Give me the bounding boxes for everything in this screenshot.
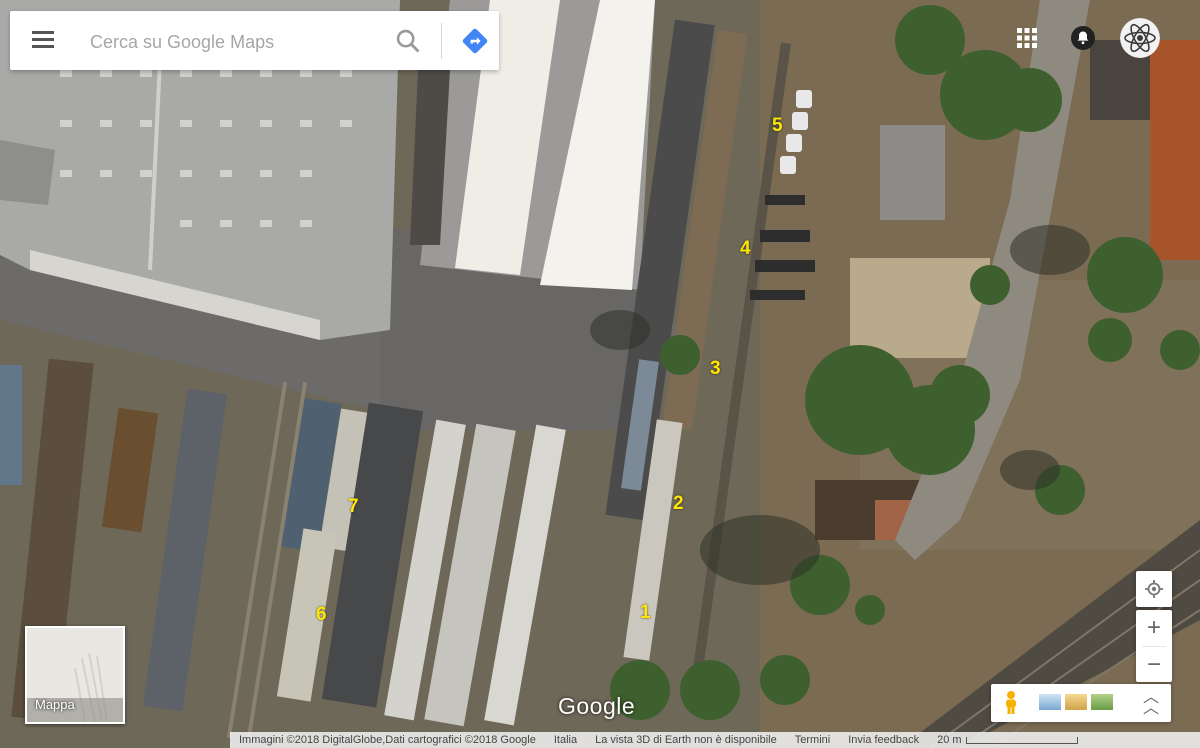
map-label-3: 3 <box>710 358 721 379</box>
map-type-label: Mappa <box>35 697 75 712</box>
zoom-in-button[interactable]: + <box>1136 610 1172 646</box>
map-label-4: 4 <box>740 238 751 259</box>
map-label-1: 1 <box>640 602 651 623</box>
scale-label: 20 m <box>937 734 962 746</box>
attribution-bar: Immagini ©2018 DigitalGlobe,Dati cartogr… <box>230 732 1200 748</box>
map-label-6: 6 <box>316 604 327 625</box>
scale-bar[interactable]: 20 m <box>928 734 1086 746</box>
directions-icon[interactable] <box>460 26 490 56</box>
bell-icon[interactable] <box>1070 25 1096 51</box>
map-label-5: 5 <box>772 115 783 136</box>
apps-grid-icon[interactable] <box>1015 26 1039 50</box>
imagery-attribution: Immagini ©2018 DigitalGlobe,Dati cartogr… <box>239 734 536 746</box>
search-divider <box>441 23 442 59</box>
search-icon[interactable] <box>394 27 422 55</box>
menu-icon[interactable] <box>30 28 56 54</box>
terms-link[interactable]: Termini <box>786 734 839 746</box>
feedback-link[interactable]: Invia feedback <box>839 734 928 746</box>
pegman-icon[interactable] <box>1001 690 1021 716</box>
country-link[interactable]: Italia <box>545 734 586 746</box>
map-type-toggle[interactable]: Mappa <box>25 626 125 724</box>
satellite-map[interactable] <box>0 0 1200 748</box>
my-location-icon[interactable] <box>1136 571 1172 607</box>
search-input[interactable] <box>88 21 382 63</box>
map-label-7: 7 <box>348 496 359 517</box>
layer-thumb-transit[interactable] <box>1039 694 1061 710</box>
avatar[interactable] <box>1120 18 1160 58</box>
zoom-out-button[interactable]: − <box>1136 647 1172 682</box>
chevron-up-icon[interactable]: ︿ ︿ <box>1143 690 1159 717</box>
google-logo: Google <box>558 693 636 719</box>
zoom-controls: + − <box>1136 610 1172 682</box>
layer-thumb-terrain[interactable] <box>1091 694 1113 710</box>
earth-3d-notice: La vista 3D di Earth non è disponibile <box>595 734 777 746</box>
scale-line <box>965 736 1078 744</box>
layer-thumb-traffic[interactable] <box>1065 694 1087 710</box>
map-label-2: 2 <box>673 493 684 514</box>
layers-bar: ︿ ︿ <box>991 684 1171 722</box>
search-box <box>10 11 499 70</box>
